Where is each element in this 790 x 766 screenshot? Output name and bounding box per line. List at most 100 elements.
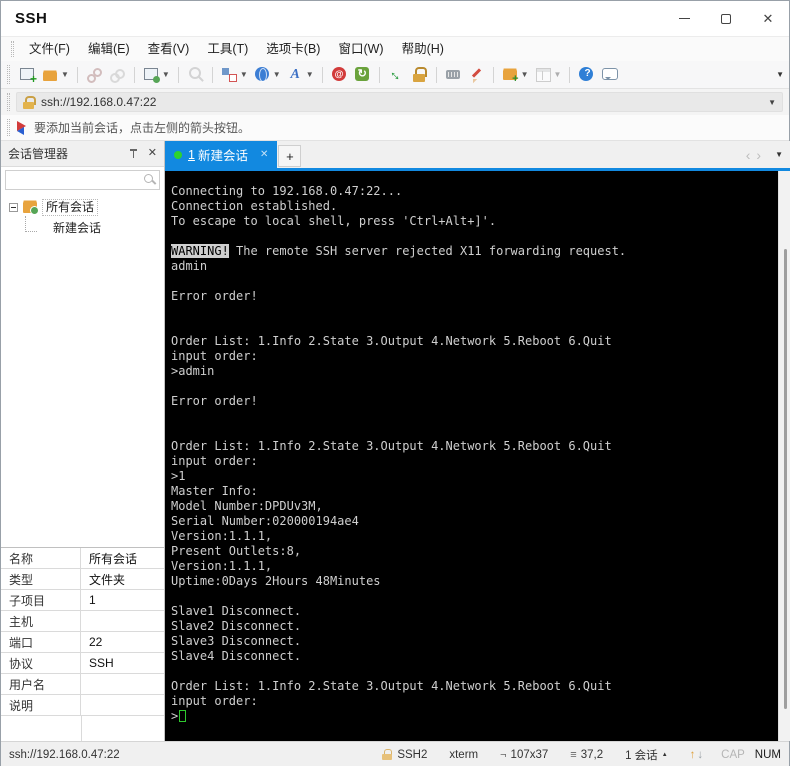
session-search	[1, 167, 164, 193]
terminal-cursor	[179, 710, 187, 722]
toolbar-separator	[321, 66, 323, 83]
tab-close-icon[interactable]: ✕	[260, 149, 268, 160]
toolbar-overflow-caret-icon[interactable]: ▼	[776, 70, 784, 79]
lock-button[interactable]	[408, 64, 431, 86]
help-button[interactable]	[575, 64, 598, 86]
session-manager-header: 会话管理器 ✕	[1, 141, 164, 167]
refresh-button[interactable]	[351, 64, 374, 86]
tab-bar: 1 新建会话 ✕ + ‹ › ▼	[165, 141, 790, 168]
protocol-label: SSH2	[397, 748, 428, 761]
new-session-button[interactable]	[16, 64, 39, 86]
tab-new-session[interactable]: 1 新建会话 ✕	[165, 141, 278, 168]
maximize-button[interactable]	[705, 1, 747, 36]
toolbar-separator	[211, 66, 213, 83]
toolbar: ▼ ▼ ▼ ▼ ▼ ▼ ▼ ▼	[1, 61, 789, 89]
dropdown-caret-icon[interactable]: ▼	[240, 70, 248, 79]
minimize-button[interactable]	[663, 1, 705, 36]
grid-icon	[535, 66, 552, 83]
record-button[interactable]	[328, 64, 351, 86]
terminal-line: Slave3 Disconnect.	[171, 634, 302, 648]
property-row: 用户名	[1, 674, 164, 695]
reconnect-button[interactable]	[106, 64, 129, 86]
refresh-icon	[354, 66, 371, 83]
toolbar-gripper	[7, 65, 10, 84]
tab-scroll-right-icon[interactable]: ›	[756, 148, 761, 162]
web-button[interactable]: ▼	[251, 64, 284, 86]
terminal-scrollbar-thumb[interactable]	[784, 249, 787, 709]
find-icon	[187, 66, 204, 83]
menu-item[interactable]: 工具(T)	[198, 37, 257, 61]
session-properties-button[interactable]: ▼	[140, 64, 173, 86]
open-folder-button[interactable]: ▼	[39, 64, 72, 86]
message-button[interactable]	[598, 64, 621, 86]
tree-item-label: 所有会话	[42, 198, 99, 216]
terminal-scrollbar[interactable]	[778, 171, 790, 741]
layout-button[interactable]: ▼	[218, 64, 251, 86]
keyboard-button[interactable]	[442, 64, 465, 86]
property-label: 子项目	[1, 590, 81, 610]
property-label: 用户名	[1, 674, 81, 694]
cursor-position-label: 37,2	[580, 748, 604, 761]
terminal-line: Master Info:	[171, 484, 258, 498]
terminal-screen[interactable]: Connecting to 192.168.0.47:22... Connecti…	[165, 171, 778, 741]
scroll-down-icon[interactable]: ↓	[697, 749, 703, 761]
menu-bar: 文件(F) 编辑(E) 查看(V) 工具(T) 选项卡(B) 窗口(W) 帮助(H)	[1, 37, 789, 61]
session-count-label: 1 会话	[625, 749, 658, 762]
panel-close-icon[interactable]: ✕	[148, 148, 157, 159]
infobar-gripper	[7, 118, 10, 137]
status-scroll-arrows: ↑ ↓	[690, 749, 704, 761]
fullscreen-button[interactable]	[385, 64, 408, 86]
close-icon: ✕	[762, 11, 774, 26]
session-tree: 所有会话 新建会话	[1, 193, 164, 547]
reconnect-icon	[109, 66, 126, 83]
grid-button[interactable]: ▼	[532, 64, 565, 86]
web-icon	[254, 66, 271, 83]
property-value: 22	[89, 635, 103, 649]
menu-item[interactable]: 选项卡(B)	[257, 37, 329, 61]
menu-item[interactable]: 帮助(H)	[393, 37, 453, 61]
pin-icon[interactable]	[128, 148, 139, 160]
dropdown-caret-icon[interactable]: ▼	[306, 70, 314, 79]
status-cursor-position: ≡ 37,2	[570, 749, 603, 761]
toolbar-separator	[435, 66, 437, 83]
session-properties-table: 名称 所有会话 类型 文件夹 子项目 1 主机 端口 22 协议 SSH 用户名 说明	[1, 547, 164, 741]
tree-item-all-sessions[interactable]: 所有会话	[1, 197, 164, 217]
property-row: 子项目 1	[1, 590, 164, 611]
new-tab-button[interactable]: +	[278, 145, 302, 167]
new-folder-button[interactable]: ▼	[499, 64, 532, 86]
disconnect-button[interactable]	[83, 64, 106, 86]
menu-item[interactable]: 查看(V)	[139, 37, 199, 61]
address-dropdown-icon[interactable]: ▼	[768, 98, 776, 107]
dropdown-caret-icon[interactable]: ▼	[61, 70, 69, 79]
close-button[interactable]: ✕	[747, 1, 789, 36]
find-button[interactable]	[184, 64, 207, 86]
dropdown-caret-icon[interactable]: ▼	[521, 70, 529, 79]
dropdown-caret-icon[interactable]: ▼	[554, 70, 562, 79]
status-lock-icon	[382, 749, 393, 760]
open-folder-icon	[42, 66, 59, 83]
session-search-input[interactable]	[5, 170, 160, 190]
dropdown-caret-icon[interactable]: ▼	[273, 70, 281, 79]
status-terminal-size: ⌐ 107x37	[500, 749, 548, 761]
toolbar-separator	[177, 66, 179, 83]
menu-item[interactable]: 编辑(E)	[79, 37, 139, 61]
address-field[interactable]: ssh://192.168.0.47:22 ▼	[16, 92, 783, 112]
status-session-count[interactable]: 1 会话 ▲	[625, 747, 668, 763]
font-button[interactable]: ▼	[284, 64, 317, 86]
tab-scroll-left-icon[interactable]: ‹	[746, 148, 751, 162]
menu-item[interactable]: 窗口(W)	[329, 37, 392, 61]
scroll-up-icon[interactable]: ↑	[690, 749, 696, 761]
dropdown-caret-icon[interactable]: ▼	[162, 70, 170, 79]
tree-collapse-icon[interactable]	[9, 202, 18, 212]
tree-item-new-session[interactable]: 新建会话	[1, 216, 164, 237]
add-session-flag-icon[interactable]	[16, 120, 27, 135]
highlighter-button[interactable]	[465, 64, 488, 86]
tab-list-dropdown-icon[interactable]: ▼	[775, 150, 783, 159]
lock-icon	[411, 66, 428, 83]
property-row: 端口 22	[1, 632, 164, 653]
menu-item[interactable]: 文件(F)	[20, 37, 79, 61]
